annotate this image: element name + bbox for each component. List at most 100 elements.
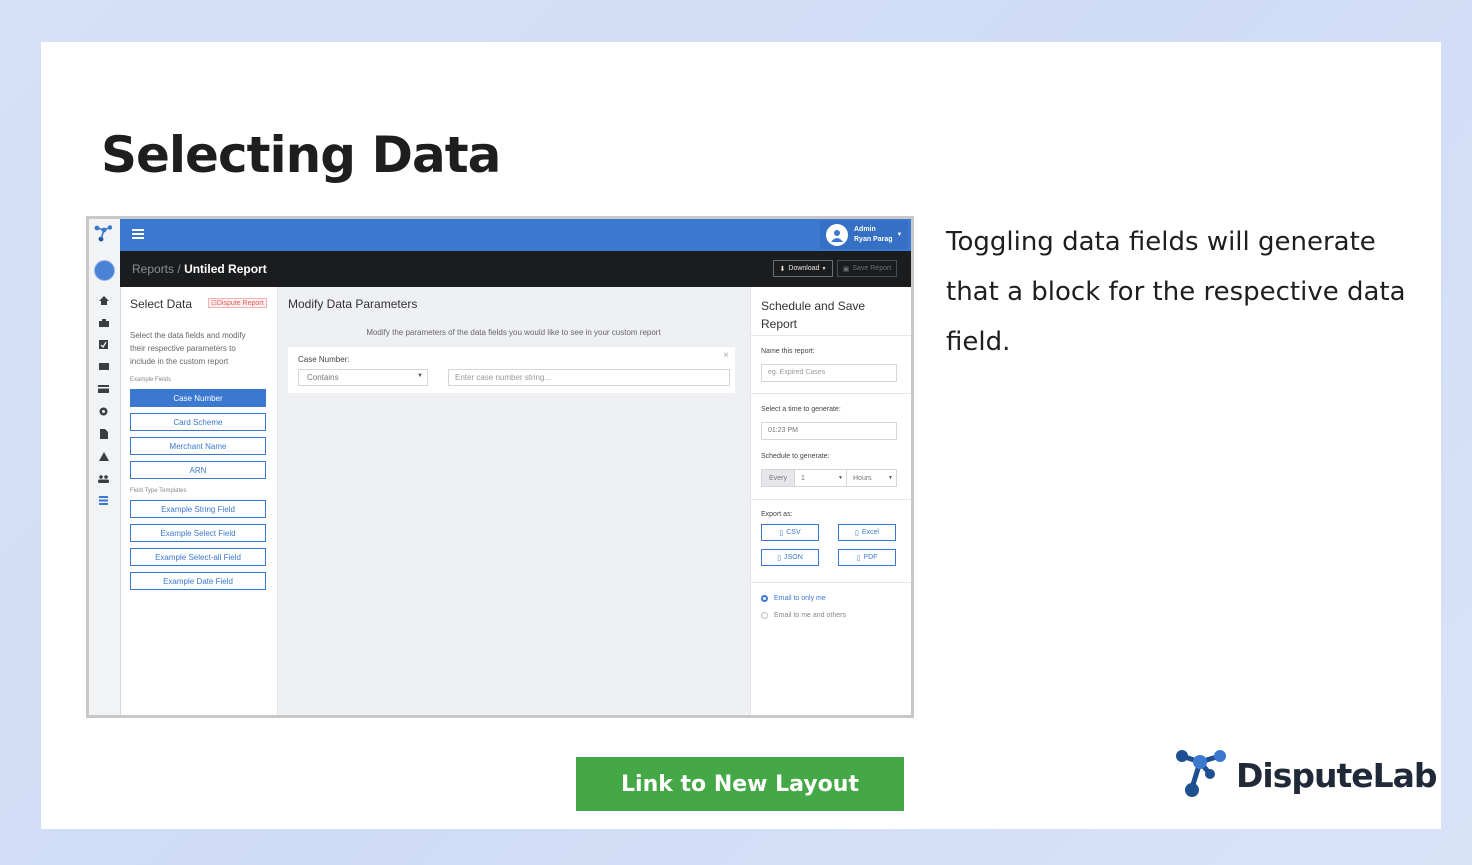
- inbox-icon[interactable]: [98, 362, 109, 371]
- check-square-icon[interactable]: [98, 340, 109, 349]
- select-data-panel: Select Data ⊡Dispute Report Select the d…: [121, 287, 278, 715]
- chevron-down-icon: ▼: [821, 265, 827, 272]
- home-icon[interactable]: [98, 296, 109, 305]
- unit-value: Hours: [853, 474, 872, 482]
- credit-card-icon[interactable]: [98, 384, 109, 393]
- modify-parameters-panel: Modify Data Parameters Modify the parame…: [278, 287, 749, 715]
- field-card-scheme-button[interactable]: Card Scheme: [130, 413, 266, 431]
- email-others-label: Email to me and others: [774, 612, 846, 619]
- example-fields-label: Example Fields: [130, 377, 172, 383]
- chevron-down-icon: ▼: [417, 373, 423, 379]
- save-report-label: Save Report: [852, 265, 892, 272]
- divider: [751, 335, 911, 336]
- export-label: Export as:: [761, 511, 793, 518]
- link-new-layout-button[interactable]: Link to New Layout: [576, 757, 904, 811]
- template-date-button[interactable]: Example Date Field: [130, 572, 266, 590]
- field-templates-label: Field Type Templates: [130, 488, 187, 494]
- export-excel-button[interactable]: ▯ Excel: [838, 524, 896, 541]
- radio-dot: [761, 595, 768, 602]
- breadcrumb-parent[interactable]: Reports: [132, 262, 174, 276]
- slide: Selecting Data Admin Ryan Parag ▼ Report…: [41, 42, 1441, 829]
- warning-icon[interactable]: [98, 452, 109, 461]
- reports-icon[interactable]: [98, 496, 109, 505]
- users-icon[interactable]: [98, 474, 109, 483]
- template-select-all-button[interactable]: Example Select-all Field: [130, 548, 266, 566]
- time-label: Select a time to generate:: [761, 406, 841, 413]
- document-icon: ▯: [779, 529, 784, 537]
- dispute-report-badge[interactable]: ⊡Dispute Report: [208, 298, 267, 308]
- close-icon[interactable]: ×: [723, 350, 729, 361]
- select-data-intro: Select the data fields and modify their …: [130, 331, 246, 366]
- app-screenshot: Admin Ryan Parag ▼ Reports / Untiled Rep…: [86, 216, 914, 718]
- email-only-me-label: Email to only me: [774, 595, 826, 602]
- chevron-down-icon: ▼: [888, 475, 893, 481]
- breadcrumb-bar: Reports / Untiled Report ⬇ Download ▼ ▣ …: [120, 251, 911, 287]
- export-json-label: JSON: [784, 554, 803, 561]
- dispute-logo-icon: [94, 225, 113, 242]
- chevron-down-icon: ▼: [838, 475, 843, 481]
- case-number-input[interactable]: Enter case number string...: [448, 369, 730, 386]
- save-icon: ▣: [842, 265, 850, 273]
- slide-title: Selecting Data: [101, 126, 501, 184]
- field-merchant-name-button[interactable]: Merchant Name: [130, 437, 266, 455]
- save-report-button[interactable]: ▣ Save Report: [837, 260, 897, 277]
- brand: DisputeLab: [1174, 748, 1438, 802]
- document-icon: ▯: [856, 554, 861, 562]
- operator-select[interactable]: Contains ▼: [298, 369, 428, 386]
- modify-instruction: Modify the parameters of the data fields…: [366, 328, 661, 337]
- template-string-button[interactable]: Example String Field: [130, 500, 266, 518]
- interval-select[interactable]: 1 ▼: [795, 469, 847, 487]
- template-select-button[interactable]: Example Select Field: [130, 524, 266, 542]
- user-avatar-icon: [826, 224, 848, 246]
- report-name-input[interactable]: eg. Expired Cases: [761, 364, 897, 382]
- field-arn-button[interactable]: ARN: [130, 461, 266, 479]
- export-excel-label: Excel: [861, 529, 879, 536]
- export-csv-button[interactable]: ▯ CSV: [761, 524, 819, 541]
- case-number-card: Case Number: × Contains ▼ Enter case num…: [288, 347, 735, 393]
- report-name-label: Name this report:: [761, 348, 815, 355]
- operator-value: Contains: [307, 373, 339, 382]
- document-icon: ▯: [855, 529, 859, 537]
- export-pdf-label: PDF: [863, 554, 878, 561]
- user-menu[interactable]: Admin Ryan Parag ▼: [820, 221, 908, 249]
- schedule-label: Schedule to generate:: [761, 453, 830, 460]
- briefcase-icon[interactable]: [98, 318, 109, 327]
- divider: [751, 582, 911, 583]
- radio-dot: [761, 612, 768, 619]
- export-json-button[interactable]: ▯ JSON: [761, 549, 819, 566]
- chevron-down-icon: ▼: [896, 232, 903, 238]
- disputelab-logo-icon: [1176, 750, 1226, 797]
- hamburger-icon[interactable]: [132, 229, 144, 241]
- time-input[interactable]: 01:23 PM: [761, 422, 897, 440]
- download-button[interactable]: ⬇ Download ▼: [773, 260, 833, 277]
- document-icon[interactable]: [98, 428, 109, 439]
- schedule-controls: Every 1 ▼ Hours ▼: [761, 469, 897, 487]
- user-name: Ryan Parag: [854, 236, 893, 243]
- unit-select[interactable]: Hours ▼: [847, 469, 897, 487]
- schedule-save-panel: Schedule and Save Report Name this repor…: [750, 287, 911, 715]
- gear-icon[interactable]: [98, 407, 109, 416]
- modify-parameters-title: Modify Data Parameters: [288, 297, 418, 311]
- rail-avatar[interactable]: [94, 260, 115, 281]
- document-icon: ▯: [777, 554, 782, 562]
- schedule-title: Schedule and Save Report: [761, 299, 866, 331]
- download-icon: ⬇: [779, 265, 786, 273]
- select-data-title: Select Data: [130, 297, 193, 311]
- icon-rail: [89, 219, 121, 715]
- dispute-badge-label: Dispute Report: [216, 300, 264, 307]
- divider: [751, 393, 911, 394]
- email-only-me-radio[interactable]: Email to only me: [761, 595, 826, 602]
- email-others-radio[interactable]: Email to me and others: [761, 612, 846, 619]
- field-case-number-button[interactable]: Case Number: [130, 389, 266, 407]
- case-number-label: Case Number:: [298, 355, 350, 364]
- export-pdf-button[interactable]: ▯ PDF: [838, 549, 896, 566]
- breadcrumb: Reports / Untiled Report: [132, 262, 267, 276]
- brand-name: DisputeLab: [1236, 755, 1438, 795]
- breadcrumb-current: Untiled Report: [184, 262, 267, 276]
- divider: [751, 499, 911, 500]
- every-addon: Every: [761, 469, 795, 487]
- breadcrumb-separator: /: [177, 262, 181, 276]
- top-bar: Admin Ryan Parag ▼: [120, 219, 911, 251]
- interval-value: 1: [801, 474, 805, 482]
- user-role: Admin: [854, 226, 876, 233]
